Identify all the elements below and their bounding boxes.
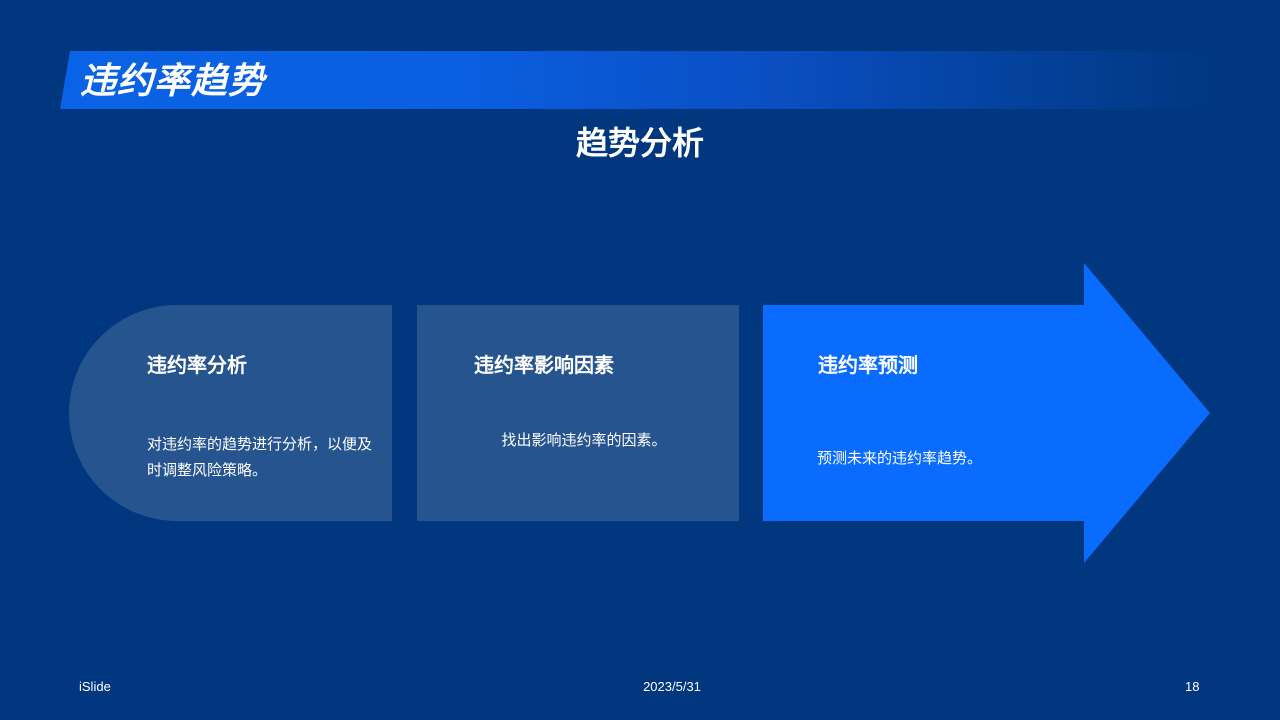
step-arrow-3 bbox=[763, 263, 1210, 563]
step-2-title: 违约率影响因素 bbox=[474, 355, 614, 377]
step-block-1 bbox=[69, 305, 392, 521]
step-block-2 bbox=[417, 305, 739, 521]
step-1-title: 违约率分析 bbox=[147, 355, 247, 377]
step-1-description: 对违约率的趋势进行分析，以便及时调整风险策略。 bbox=[147, 436, 373, 479]
footer-date: 2023/5/31 bbox=[643, 679, 701, 694]
step-3-description: 预测未来的违约率趋势。 bbox=[817, 450, 983, 467]
step-2-description: 找出影响违约率的因素。 bbox=[501, 432, 667, 449]
slide-title: 违约率趋势 bbox=[80, 60, 266, 101]
slide: 违约率趋势 趋势分析 违约率分析 对违约率的趋势进行分析，以便及时调整风险策略。… bbox=[0, 0, 1280, 720]
slide-subtitle: 趋势分析 bbox=[575, 125, 704, 161]
step-3-title: 违约率预测 bbox=[818, 355, 918, 377]
footer-page-number: 18 bbox=[1185, 679, 1200, 694]
